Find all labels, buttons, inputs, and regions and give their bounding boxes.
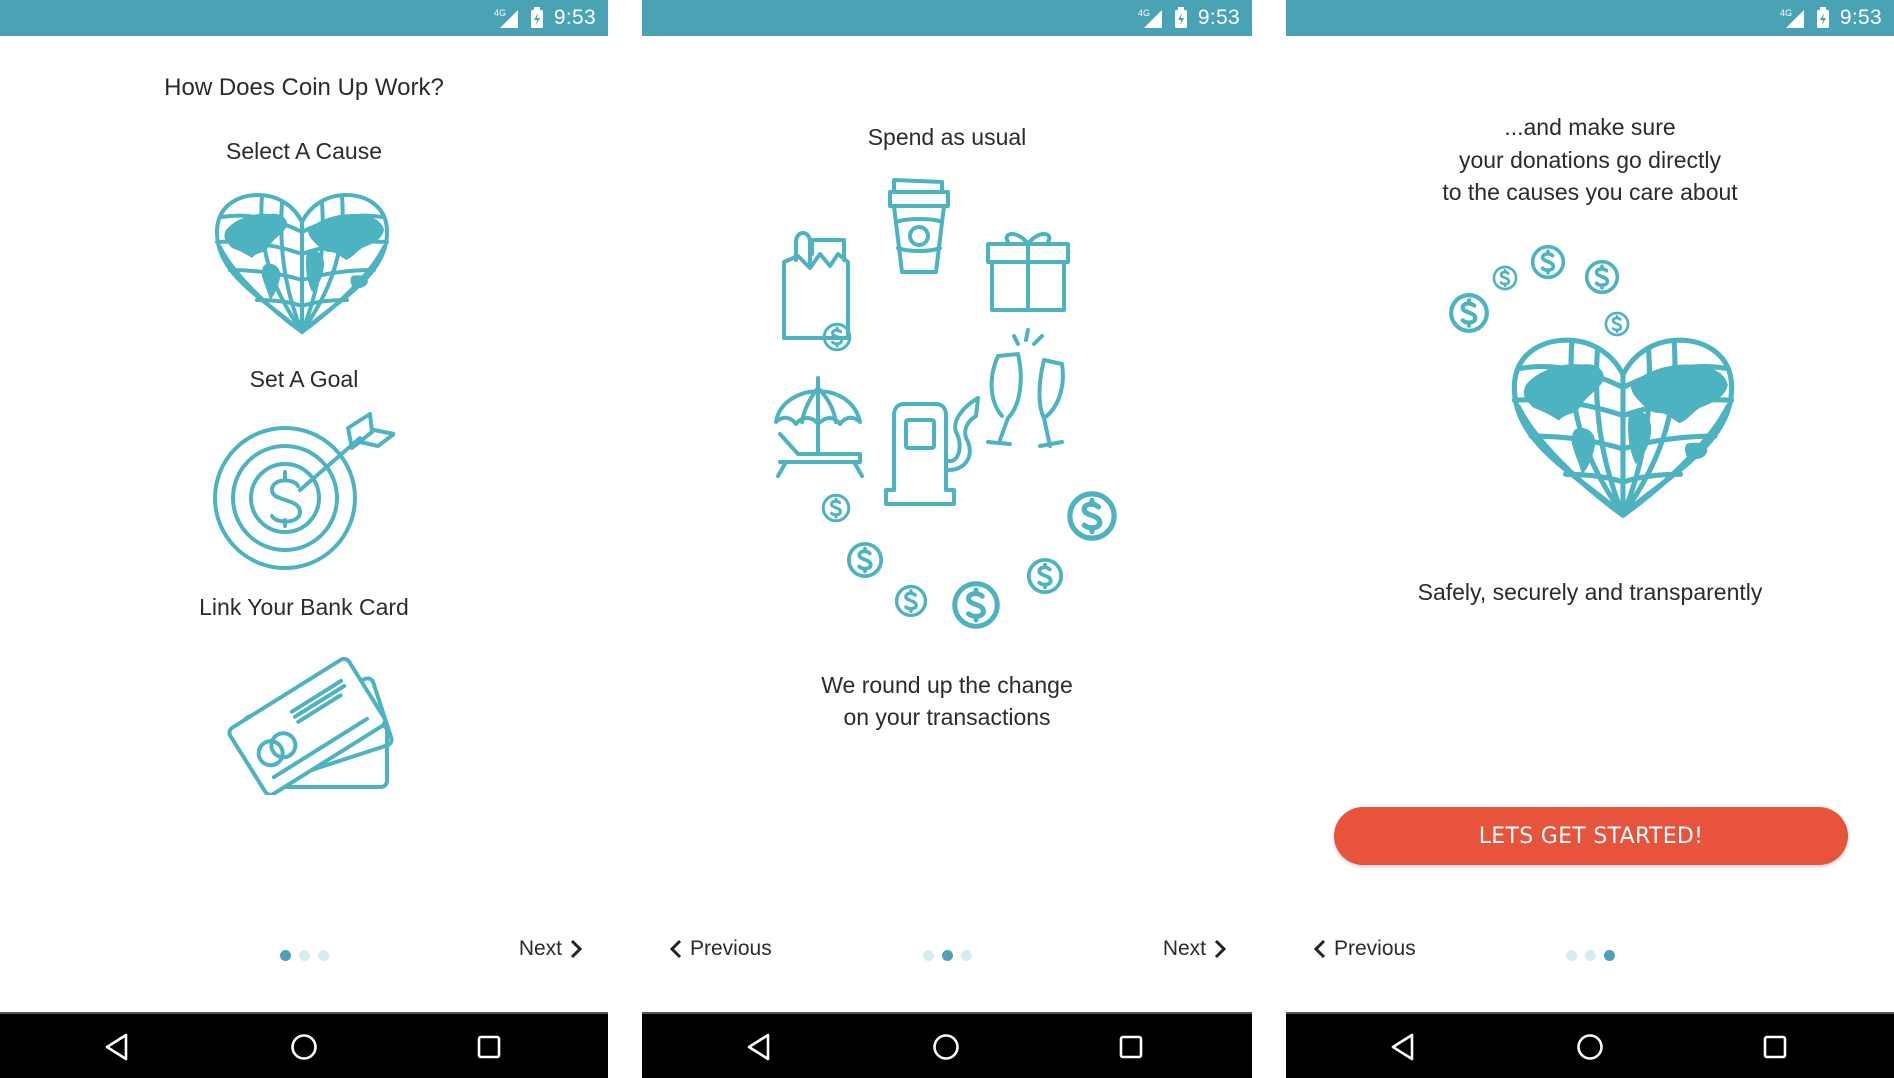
battery-charging-icon <box>1174 7 1187 28</box>
spending-illustration <box>774 178 1070 506</box>
coin-icon <box>821 493 851 523</box>
back-icon[interactable] <box>1388 1032 1418 1062</box>
back-icon[interactable] <box>744 1032 774 1062</box>
coin-icon <box>1066 490 1118 542</box>
gas-pump-icon <box>884 396 980 506</box>
chevron-right-icon <box>570 939 582 959</box>
page-dot-3[interactable] <box>960 950 972 961</box>
coin-icon <box>1026 557 1064 595</box>
recents-icon[interactable] <box>1116 1032 1146 1062</box>
onboarding-screen-1: 4G 9:53 How Does Coin Up Work? Select A … <box>0 0 608 1078</box>
coin-icon <box>846 541 884 579</box>
page-dot-2[interactable] <box>1584 950 1596 961</box>
coin-icon <box>951 580 1001 630</box>
coin-icon <box>1530 244 1566 280</box>
signal-icon: 4G <box>494 8 518 28</box>
svg-text:4G: 4G <box>494 8 506 18</box>
onboarding-screen-2: 4G 9:53 Spend as usual We round up the c… <box>642 0 1252 1078</box>
beach-umbrella-icon <box>774 376 864 478</box>
home-icon[interactable] <box>289 1032 319 1062</box>
heart-globe-icon <box>1508 336 1738 522</box>
svg-text:4G: 4G <box>1780 8 1792 18</box>
step-label-select-cause: Select A Cause <box>226 138 382 164</box>
page-indicator <box>642 950 1252 961</box>
coin-icon <box>1492 265 1518 291</box>
heading-line-3: to the causes you care about <box>1442 179 1738 205</box>
coin-icon <box>1604 311 1630 337</box>
next-button[interactable]: Next <box>1163 933 1226 965</box>
system-nav-bar <box>1286 1012 1894 1078</box>
status-time: 9:53 <box>1839 6 1882 29</box>
battery-charging-icon <box>1816 7 1829 28</box>
signal-icon: 4G <box>1780 8 1804 28</box>
recents-icon[interactable] <box>1760 1032 1790 1062</box>
svg-text:4G: 4G <box>1138 8 1150 18</box>
page-title: How Does Coin Up Work? <box>164 74 444 101</box>
battery-charging-icon <box>530 7 543 28</box>
target-dollar-icon <box>213 412 395 570</box>
page-dot-2[interactable] <box>298 950 310 961</box>
coin-icon <box>822 322 852 352</box>
system-nav-bar <box>642 1012 1252 1078</box>
next-button[interactable]: Next <box>519 933 582 965</box>
back-icon[interactable] <box>102 1032 132 1062</box>
heading-line-2: your donations go directly <box>1458 147 1722 173</box>
status-bar: 4G 9:53 <box>642 0 1252 36</box>
page-indicator <box>1286 950 1894 961</box>
onboarding-screen-3: 4G 9:53 ...and make sure your donations … <box>1286 0 1894 1078</box>
home-icon[interactable] <box>1575 1032 1605 1062</box>
recents-icon[interactable] <box>474 1032 504 1062</box>
step-label-link-card: Link Your Bank Card <box>199 594 409 620</box>
heart-globe-icon <box>212 192 392 337</box>
page-dot-1[interactable] <box>1565 950 1577 961</box>
status-bar: 4G 9:53 <box>1286 0 1894 36</box>
get-started-button[interactable]: LETS GET STARTED! <box>1334 807 1848 865</box>
status-bar: 4G 9:53 <box>0 0 608 36</box>
signal-icon: 4G <box>1138 8 1162 28</box>
next-label: Next <box>1162 937 1206 960</box>
caption-line-1: We round up the change <box>821 672 1073 698</box>
coin-icon <box>1448 292 1490 334</box>
page-indicator <box>0 950 608 961</box>
page-dot-2[interactable] <box>941 950 953 961</box>
page-dot-3[interactable] <box>1603 950 1615 961</box>
heading-line-1: ...and make sure <box>1504 114 1676 140</box>
system-nav-bar <box>0 1012 608 1078</box>
bank-cards-icon <box>227 656 394 795</box>
page-dot-1[interactable] <box>279 950 291 961</box>
caption: Safely, securely and transparently <box>1417 579 1763 605</box>
screen-heading: Spend as usual <box>867 124 1027 150</box>
home-icon[interactable] <box>931 1032 961 1062</box>
chevron-right-icon <box>1214 939 1226 959</box>
coin-icon <box>894 584 928 618</box>
caption-line-2: on your transactions <box>843 704 1051 730</box>
champagne-glasses-icon <box>986 328 1065 448</box>
status-time: 9:53 <box>1197 6 1240 29</box>
next-label: Next <box>518 937 562 960</box>
page-dot-3[interactable] <box>317 950 329 961</box>
step-label-set-goal: Set A Goal <box>249 366 359 392</box>
page-dot-1[interactable] <box>922 950 934 961</box>
coffee-cup-icon <box>888 178 950 274</box>
status-time: 9:53 <box>553 6 596 29</box>
gift-icon <box>986 232 1070 312</box>
coin-icon <box>1584 259 1620 295</box>
